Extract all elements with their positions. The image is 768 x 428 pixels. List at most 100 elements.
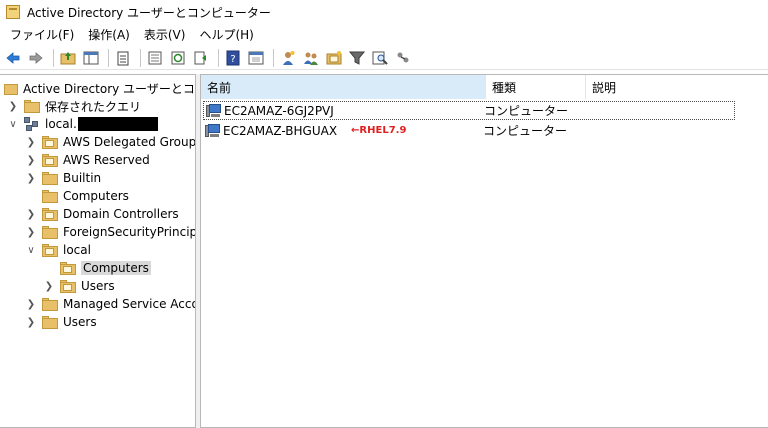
tree-item-local-users[interactable]: ❯ Users [44, 277, 115, 295]
domain-icon [24, 117, 40, 131]
chevron-down-icon[interactable]: ∨ [26, 245, 36, 256]
ou-folder-icon [60, 261, 76, 275]
properties-icon[interactable] [246, 48, 266, 68]
tree-item-label: Users [81, 279, 115, 293]
up-folder-icon[interactable] [58, 48, 78, 68]
ou-folder-icon [42, 135, 58, 149]
console-tree[interactable]: Active Directory ユーザーとコンピュ- ❯ 保存されたクエリ ∨… [0, 74, 196, 428]
cell-type: コンピューター [484, 104, 569, 118]
computer-icon [205, 123, 221, 138]
tree-item-computers[interactable]: Computers [26, 187, 129, 205]
clipboard-icon[interactable] [113, 48, 133, 68]
export-list-icon[interactable] [145, 48, 165, 68]
tree-item-domain-controllers[interactable]: ❯ Domain Controllers [26, 205, 179, 223]
move-icon[interactable] [191, 48, 211, 68]
column-header-name[interactable]: 名前 [201, 75, 486, 99]
chevron-right-icon[interactable]: ❯ [26, 209, 36, 220]
tree-item-builtin[interactable]: ❯ Builtin [26, 169, 101, 187]
chevron-right-icon[interactable]: ❯ [26, 173, 36, 184]
ou-folder-icon [42, 243, 58, 257]
tree-item-label: Users [63, 315, 97, 329]
new-ou-icon[interactable] [324, 48, 344, 68]
details-list[interactable]: 名前 種類 説明 EC2AMAZ-6GJ2PVJ コンピューター EC2AMAZ… [200, 74, 768, 428]
forward-icon[interactable] [26, 48, 46, 68]
help-icon[interactable]: ? [223, 48, 243, 68]
toolbar-separator [108, 48, 109, 67]
menu-help[interactable]: ヘルプ(H) [192, 26, 260, 43]
title-bar: Active Directory ユーザーとコンピューター [0, 0, 768, 24]
column-headers: 名前 種類 説明 [201, 75, 768, 99]
toolbar-separator [273, 48, 274, 67]
cell-name: EC2AMAZ-6GJ2PVJ [204, 103, 484, 118]
tree-item-users[interactable]: ❯ Users [26, 313, 97, 331]
chevron-right-icon[interactable]: ❯ [26, 299, 36, 310]
chevron-down-icon[interactable]: ∨ [8, 119, 18, 130]
find-icon[interactable] [370, 48, 390, 68]
tree-item-aws-reserved[interactable]: ❯ AWS Reserved [26, 151, 150, 169]
tree-item-local[interactable]: ∨ local [26, 241, 91, 259]
tree-item-label: 保存されたクエリ [45, 99, 142, 114]
tree-root-label: Active Directory ユーザーとコンピュ- [23, 81, 195, 96]
ad-console-icon [4, 82, 18, 95]
back-icon[interactable] [3, 48, 23, 68]
folder-icon [42, 297, 58, 311]
window-title: Active Directory ユーザーとコンピューター [27, 5, 271, 20]
column-header-description[interactable]: 説明 [586, 75, 766, 99]
list-item[interactable]: EC2AMAZ-6GJ2PVJ コンピューター [203, 101, 735, 120]
tree-item-aws-delegated-groups[interactable]: ❯ AWS Delegated Groups [26, 133, 195, 151]
tree-item-label: ForeignSecurityPrincipals [63, 225, 195, 239]
list-item[interactable]: EC2AMAZ-BHGUAX ←RHEL7.9 コンピューター [203, 121, 735, 140]
new-user-icon[interactable] [278, 48, 298, 68]
menu-action[interactable]: 操作(A) [81, 26, 137, 43]
toolbar-separator [53, 48, 54, 67]
filter-icon[interactable] [347, 48, 367, 68]
computer-icon [206, 103, 222, 118]
tree-item-saved-queries[interactable]: ❯ 保存されたクエリ [8, 97, 141, 115]
show-tree-icon[interactable] [81, 48, 101, 68]
redacted-block [77, 117, 158, 131]
ou-folder-icon [60, 279, 76, 293]
tree-item-foreign-security-principals[interactable]: ❯ ForeignSecurityPrincipals [26, 223, 195, 241]
folder-icon [42, 171, 58, 185]
tree-item-label: Managed Service Accou [63, 297, 196, 311]
ou-folder-icon [42, 153, 58, 167]
tree-item-domain[interactable]: ∨ local. [8, 115, 158, 133]
tree-item-label: Computers [81, 261, 151, 275]
folder-icon [42, 189, 58, 203]
chevron-right-icon[interactable]: ❯ [26, 137, 36, 148]
cell-name: EC2AMAZ-BHGUAX ←RHEL7.9 [203, 123, 483, 138]
menu-file[interactable]: ファイル(F) [3, 26, 81, 43]
menu-bar: ファイル(F) 操作(A) 表示(V) ヘルプ(H) [0, 24, 768, 44]
tree-item-label: AWS Reserved [63, 153, 150, 167]
chevron-right-icon[interactable]: ❯ [8, 101, 18, 112]
ou-folder-icon [42, 207, 58, 221]
toolbar-separator [140, 48, 141, 67]
tree-item-label: local. [45, 117, 77, 131]
new-group-icon[interactable] [301, 48, 321, 68]
tree-root[interactable]: Active Directory ユーザーとコンピュ- [4, 79, 195, 97]
refresh-icon[interactable] [168, 48, 188, 68]
folder-icon [24, 99, 40, 113]
computer-name: EC2AMAZ-6GJ2PVJ [224, 103, 334, 118]
delegate-icon[interactable] [393, 48, 413, 68]
chevron-right-icon[interactable]: ❯ [44, 281, 54, 292]
computer-name: EC2AMAZ-BHGUAX [223, 123, 338, 138]
app-icon [6, 5, 20, 19]
chevron-right-icon[interactable]: ❯ [26, 155, 36, 166]
svg-text:?: ? [230, 54, 235, 65]
column-header-type[interactable]: 種類 [486, 75, 586, 99]
tree-item-managed-service-accounts[interactable]: ❯ Managed Service Accou [26, 295, 196, 313]
toolbar: ? [0, 46, 768, 70]
cell-type: コンピューター [483, 124, 568, 138]
tree-item-label: Domain Controllers [63, 207, 179, 221]
tree-item-local-computers[interactable]: Computers [44, 259, 151, 277]
tree-item-label: local [63, 243, 91, 257]
chevron-right-icon[interactable]: ❯ [26, 317, 36, 328]
folder-icon [42, 315, 58, 329]
tree-item-label: Builtin [63, 171, 102, 185]
menu-view[interactable]: 表示(V) [137, 26, 193, 43]
chevron-right-icon[interactable]: ❯ [26, 227, 36, 238]
annotation-note: ←RHEL7.9 [351, 125, 407, 136]
